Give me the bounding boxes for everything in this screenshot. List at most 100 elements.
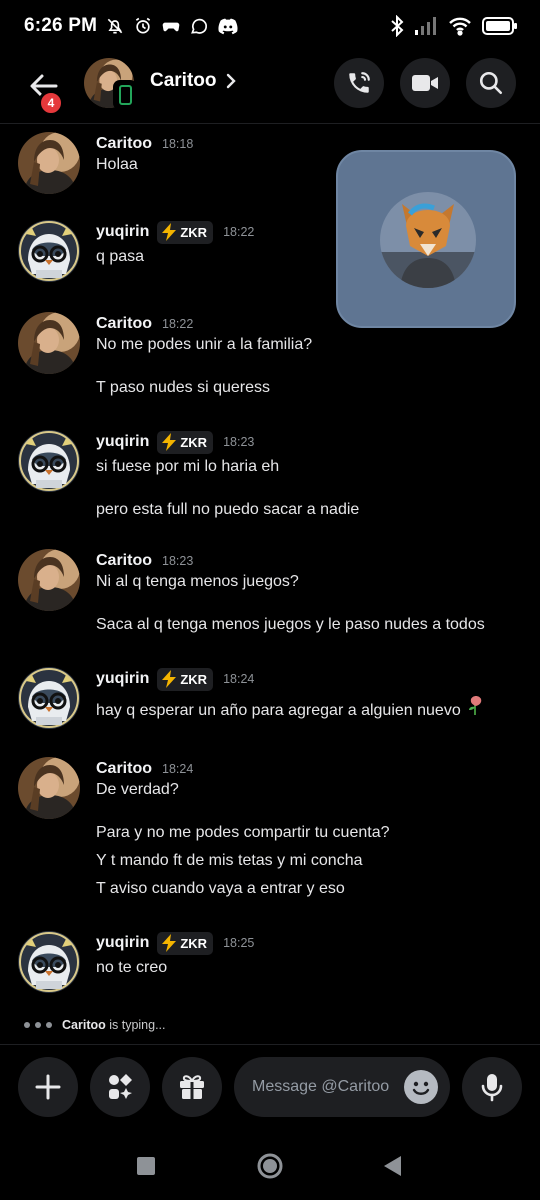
message-text[interactable]: Para y no me podes compartir tu cuenta? [96,824,390,842]
add-attachment-button[interactable] [18,1057,78,1117]
message-input-placeholder: Message @Caritoo [252,1078,390,1095]
message-text[interactable]: Holaa [96,156,138,174]
author-name[interactable]: yuqirin [96,433,149,451]
message-text[interactable]: T aviso cuando vaya a entrar y eso [96,880,345,898]
video-call-button[interactable] [400,58,450,108]
plus-icon [35,1074,61,1100]
typing-indicator: Caritoo is typing... [24,1018,166,1032]
author-avatar[interactable] [18,931,80,993]
wifi-icon [448,16,472,36]
author-name[interactable]: yuqirin [96,670,149,688]
wilted-flower-emoji-icon [467,696,483,719]
message-timestamp: 18:22 [223,225,255,239]
message-group[interactable]: yuqirin ZKR 18:23 si fuese por mi lo haria … [0,430,540,529]
message-text[interactable]: Ni al q tenga menos juegos? [96,573,299,591]
message-timestamp: 18:24 [162,762,194,776]
status-right-icons [390,15,518,37]
recents-button[interactable] [128,1148,164,1184]
gift-button[interactable] [162,1057,222,1117]
status-bar: 6:26 PM [0,0,540,52]
author-name[interactable]: Caritoo [96,760,152,778]
home-button[interactable] [252,1148,288,1184]
apps-button[interactable] [90,1057,150,1117]
message-meta: Caritoo 18:23 [96,549,193,573]
message-text-content: si fuese por mi lo haria eh [96,458,280,475]
video-camera-icon [412,75,438,91]
dm-header: 4 Caritoo [0,52,540,124]
contact-name-button[interactable]: Caritoo [150,70,237,92]
message-group[interactable]: Caritoo 18:24 De verdad? Para y no me podes… [0,757,540,908]
message-timestamp: 18:23 [162,554,194,568]
message-text[interactable]: No me podes unir a la familia? [96,336,312,354]
clan-tag[interactable]: ZKR [157,667,214,691]
mobile-status-icon [113,80,137,110]
message-text-content: T aviso cuando vaya a entrar y eso [96,880,345,897]
message-group[interactable]: yuqirin ZKR 18:25 no te creo [0,931,540,993]
bluetooth-icon [390,15,404,37]
author-avatar[interactable] [18,667,80,729]
gift-icon [180,1075,204,1099]
message-timestamp: 18:24 [223,672,255,686]
message-text-content: Para y no me podes compartir tu cuenta? [96,824,390,841]
author-avatar[interactable] [18,430,80,492]
author-name[interactable]: yuqirin [96,223,149,241]
message-meta: yuqirin ZKR 18:22 [96,220,254,244]
message-text-content: q pasa [96,248,145,265]
clan-tag[interactable]: ZKR [157,430,214,454]
message-text-content: hay q esperar un año para agregar a algu… [96,702,461,719]
search-button[interactable] [466,58,516,108]
author-name[interactable]: Caritoo [96,315,152,333]
call-pip-tile[interactable] [336,150,516,328]
message-timestamp: 18:18 [162,137,194,151]
message-group[interactable]: Caritoo 18:23 Ni al q tenga menos juegos? S… [0,549,540,644]
message-text-content: Ni al q tenga menos juegos? [96,573,299,590]
message-group[interactable]: yuqirin ZKR 18:24 hay q esperar un año para… [0,667,540,729]
message-text[interactable]: pero esta full no puedo sacar a nadie [96,501,359,519]
message-text[interactable]: Saca al q tenga menos juegos y le paso n… [96,616,485,634]
bell-off-icon [105,16,125,36]
author-avatar[interactable] [18,757,80,819]
message-text[interactable]: Y t mando ft de mis tetas y mi concha [96,852,363,870]
clan-tag-label: ZKR [180,935,208,951]
message-text[interactable]: hay q esperar un año para agregar a algu… [96,695,483,720]
message-text[interactable]: De verdad? [96,781,179,799]
chevron-right-icon [226,73,236,89]
message-text-content: no te creo [96,959,168,976]
voice-message-button[interactable] [462,1057,522,1117]
triangle-back-icon [384,1156,401,1176]
author-avatar[interactable] [18,220,80,282]
status-left-icons [105,16,239,36]
emoji-button[interactable] [404,1070,438,1104]
author-avatar[interactable] [18,132,80,194]
author-name[interactable]: Caritoo [96,135,152,153]
status-time: 6:26 PM [24,15,98,36]
alarm-icon [133,16,153,36]
message-text[interactable]: T paso nudes si queress [96,379,270,397]
author-name[interactable]: yuqirin [96,934,149,952]
voice-call-button[interactable] [334,58,384,108]
clan-tag[interactable]: ZKR [157,931,214,955]
clan-tag-label: ZKR [180,224,208,240]
emoji-smile-icon [412,1081,430,1095]
circle-icon [257,1153,283,1179]
message-input[interactable]: Message @Caritoo [234,1057,450,1117]
message-meta: Caritoo 18:24 [96,757,193,781]
author-name[interactable]: Caritoo [96,552,152,570]
apps-icon [109,1074,132,1099]
microphone-icon [481,1074,503,1102]
author-avatar[interactable] [18,312,80,374]
signal-icon [414,16,438,36]
message-composer: Message @Caritoo [0,1044,540,1132]
message-meta: yuqirin ZKR 18:25 [96,931,254,955]
author-avatar[interactable] [18,549,80,611]
clan-tag[interactable]: ZKR [157,220,214,244]
message-text-content: T paso nudes si queress [96,379,271,396]
system-back-button[interactable] [374,1148,410,1184]
message-text[interactable]: si fuese por mi lo haria eh [96,458,279,476]
message-text[interactable]: no te creo [96,959,167,977]
lightning-icon [162,934,177,952]
message-text-content: No me podes unir a la familia? [96,336,313,353]
lightning-icon [162,223,177,241]
battery-icon [482,16,518,36]
message-text[interactable]: q pasa [96,248,144,266]
